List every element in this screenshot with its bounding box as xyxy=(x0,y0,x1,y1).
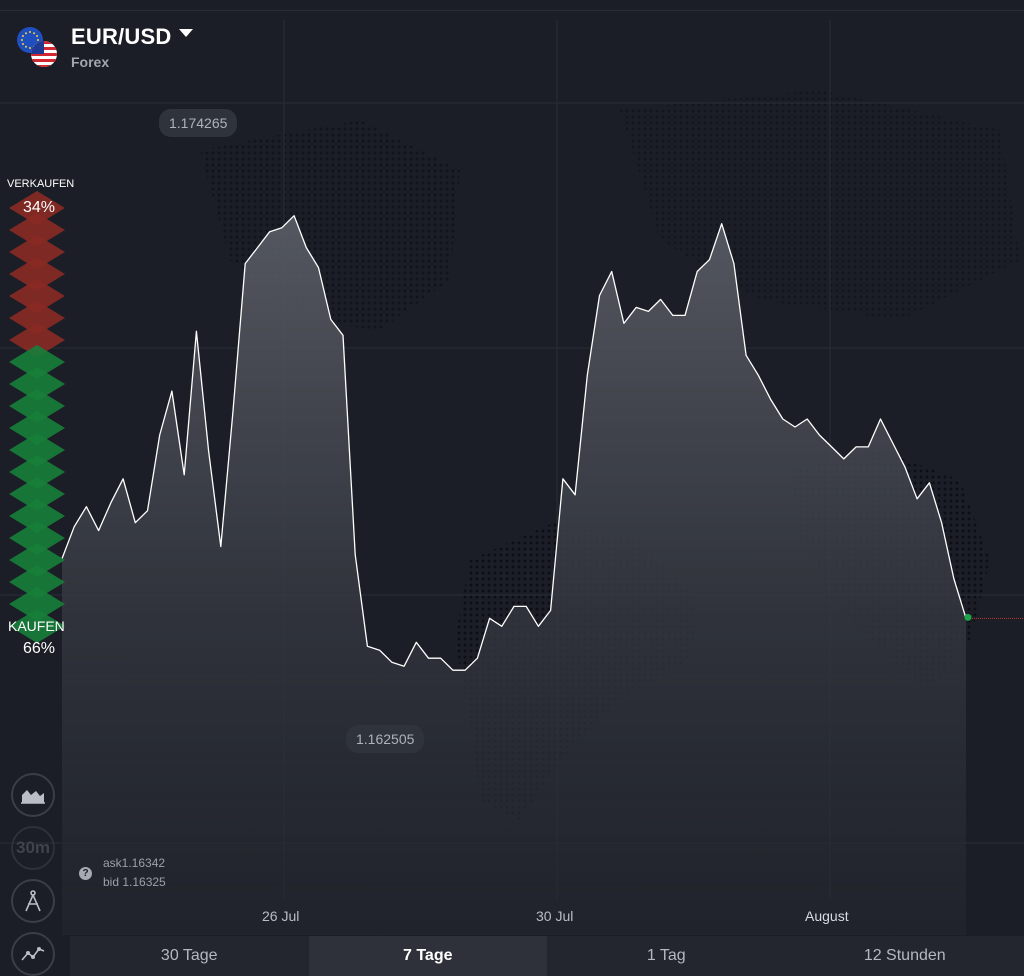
asset-selector[interactable]: EUR/USD Forex xyxy=(16,24,276,74)
tab-30-days[interactable]: 30 Tage xyxy=(70,936,309,976)
tab-12-hours[interactable]: 12 Stunden xyxy=(786,936,1024,976)
low-price-label: 1.162505 xyxy=(346,725,425,753)
dropdown-caret-icon[interactable] xyxy=(179,29,193,37)
drawing-tools-button[interactable] xyxy=(11,879,55,923)
sentiment-indicator xyxy=(9,191,65,643)
chart-type-button[interactable] xyxy=(11,773,55,817)
indicators-button[interactable] xyxy=(11,932,55,976)
timeframe-tabs: 30 Tage 7 Tage 1 Tag 12 Stunden xyxy=(70,936,1024,976)
ask-price: ask1.16342 xyxy=(103,856,166,870)
asset-type: Forex xyxy=(71,54,110,70)
sell-label: VERKAUFEN xyxy=(7,178,75,190)
top-divider xyxy=(0,10,1024,11)
x-axis-label: 26 Jul xyxy=(262,908,300,924)
buy-label: KAUFEN xyxy=(8,618,65,634)
bid-price: bid 1.16325 xyxy=(103,875,166,889)
tab-7-days[interactable]: 7 Tage xyxy=(308,936,547,976)
sell-percentage: 34% xyxy=(23,199,56,216)
drawing-compass-icon xyxy=(25,890,41,912)
eu-us-flag-icon xyxy=(17,27,57,67)
tab-1-day[interactable]: 1 Tag xyxy=(547,936,786,976)
asset-title[interactable]: EUR/USD xyxy=(71,24,171,50)
indicators-icon xyxy=(21,947,45,961)
price-chart[interactable] xyxy=(0,0,1024,976)
buy-percentage: 66% xyxy=(23,640,56,657)
high-price-label: 1.174265 xyxy=(159,109,238,137)
x-axis-label: 30 Jul xyxy=(536,908,574,924)
timeframe-button[interactable]: 30m xyxy=(11,826,55,870)
help-icon[interactable]: ? xyxy=(79,867,92,880)
area-chart-icon xyxy=(21,790,45,804)
current-price-dot xyxy=(964,613,972,621)
x-axis-label: August xyxy=(805,908,849,924)
